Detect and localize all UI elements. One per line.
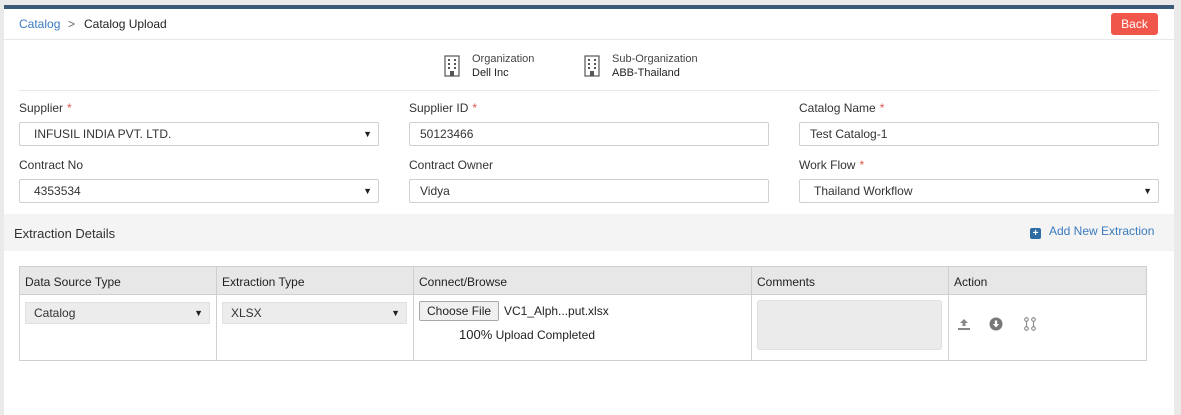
- upload-percent: 100%: [459, 327, 493, 342]
- supplier-id-label-text: Supplier ID: [409, 101, 469, 115]
- extraction-title: Extraction Details: [14, 226, 116, 241]
- chevron-down-icon: ▼: [363, 129, 372, 139]
- add-new-extraction-link[interactable]: + Add New Extraction: [1030, 224, 1154, 239]
- upload-status-text: Upload Completed: [495, 328, 595, 342]
- catalog-name-label-text: Catalog Name: [799, 101, 876, 115]
- chevron-down-icon: ▼: [194, 308, 203, 318]
- column-header-connect-browse: Connect/Browse: [414, 267, 752, 295]
- contract-no-label: Contract No: [19, 158, 84, 172]
- contract-no-value: 4353534: [34, 184, 81, 198]
- connect-browse-cell: Choose File VC1_Alph...put.xlsx 100% Upl…: [414, 295, 752, 360]
- upload-status: 100% Upload Completed: [459, 327, 595, 342]
- required-marker: *: [859, 158, 865, 172]
- required-marker: *: [472, 101, 478, 115]
- page-title: Catalog Upload: [84, 17, 167, 31]
- suborganization-label: Sub-Organization: [612, 53, 698, 65]
- catalog-name-label: Catalog Name *: [799, 101, 884, 115]
- extraction-table: Data Source Type Extraction Type Connect…: [19, 266, 1147, 361]
- supplier-label-text: Supplier: [19, 101, 64, 115]
- chevron-down-icon: ▼: [363, 186, 372, 196]
- column-header-comments: Comments: [752, 267, 949, 295]
- supplier-select[interactable]: INFUSIL INDIA PVT. LTD. ▼: [19, 122, 379, 146]
- chevron-down-icon: ▼: [391, 308, 400, 318]
- table-row: Catalog ▼: [20, 295, 217, 360]
- mapping-icon[interactable]: [1023, 317, 1037, 331]
- catalog-name-input[interactable]: Test Catalog-1: [799, 122, 1159, 146]
- back-button[interactable]: Back: [1111, 13, 1158, 35]
- contract-no-select[interactable]: 4353534 ▼: [19, 179, 379, 203]
- selected-file-name: VC1_Alph...put.xlsx: [504, 304, 609, 318]
- extraction-type-value: XLSX: [231, 306, 262, 320]
- required-marker: *: [67, 101, 72, 115]
- breadcrumb-separator: >: [68, 17, 76, 31]
- upload-icon[interactable]: [957, 317, 971, 331]
- extraction-section-header: Extraction Details + Add New Extraction: [4, 214, 1174, 251]
- workflow-value: Thailand Workflow: [814, 184, 913, 198]
- contract-owner-input[interactable]: Vidya: [409, 179, 769, 203]
- catalog-upload-page: Catalog > Catalog Upload Back Organizati…: [4, 5, 1174, 415]
- suborganization-value: ABB-Thailand: [612, 67, 680, 79]
- contract-owner-label: Contract Owner: [409, 158, 494, 172]
- workflow-select[interactable]: Thailand Workflow ▼: [799, 179, 1159, 203]
- workflow-label-text: Work Flow: [799, 158, 856, 172]
- breadcrumb-catalog-link[interactable]: Catalog: [19, 17, 60, 31]
- required-marker: *: [879, 101, 885, 115]
- supplier-id-input[interactable]: 50123466: [409, 122, 769, 146]
- column-header-action: Action: [949, 267, 1146, 295]
- supplier-value: INFUSIL INDIA PVT. LTD.: [34, 127, 172, 141]
- action-cell: [949, 295, 1146, 360]
- workflow-label: Work Flow *: [799, 158, 864, 172]
- chevron-down-icon: ▼: [1143, 186, 1152, 196]
- plus-icon: +: [1030, 228, 1041, 239]
- add-new-extraction-label: Add New Extraction: [1049, 224, 1155, 238]
- organization-bar: Organization Dell Inc Sub-Organization A…: [19, 40, 1159, 91]
- supplier-label: Supplier *: [19, 101, 72, 115]
- download-circle-icon[interactable]: [989, 317, 1003, 331]
- top-bar: Catalog > Catalog Upload Back: [4, 9, 1174, 40]
- data-source-select[interactable]: Catalog ▼: [25, 302, 210, 324]
- comments-cell: [752, 295, 949, 360]
- extraction-type-cell: XLSX ▼: [217, 295, 414, 360]
- choose-file-button[interactable]: Choose File: [419, 301, 500, 321]
- column-header-extraction-type: Extraction Type: [217, 267, 414, 295]
- building-icon: [444, 55, 460, 77]
- organization-label: Organization: [472, 53, 535, 65]
- column-header-data-source: Data Source Type: [20, 267, 217, 295]
- comments-input[interactable]: [757, 300, 942, 350]
- extraction-type-select[interactable]: XLSX ▼: [222, 302, 407, 324]
- organization-value: Dell Inc: [472, 67, 509, 79]
- building-icon: [584, 55, 600, 77]
- supplier-id-label: Supplier ID *: [409, 101, 477, 115]
- data-source-value: Catalog: [34, 306, 76, 320]
